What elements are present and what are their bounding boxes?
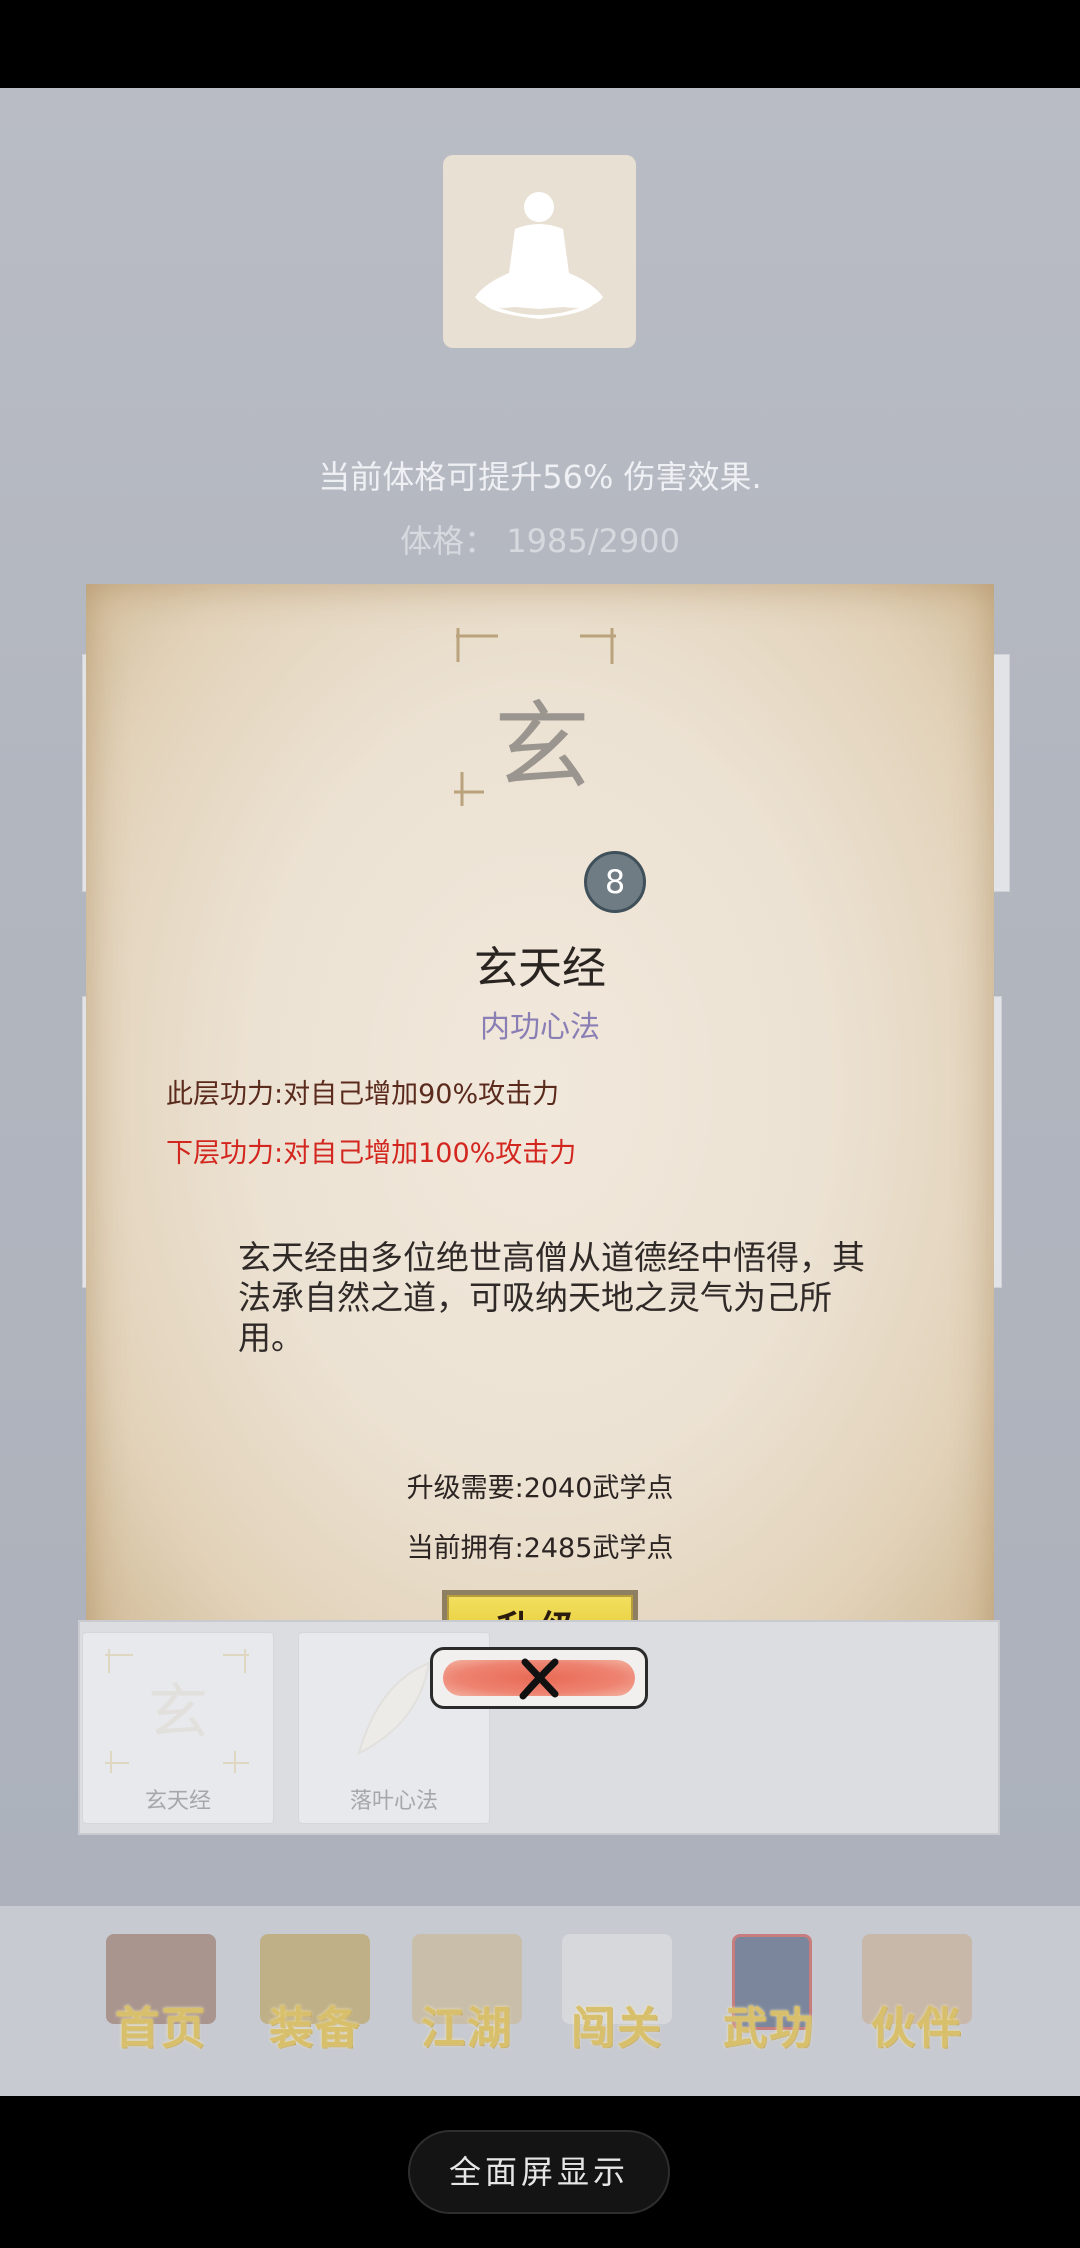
skill-detail-dialog: 玄 8 玄天经 内功心法 此层功力:对自己增加90%攻击力 下层功力:对自己增加…	[86, 584, 994, 1698]
status-bar	[0, 0, 1080, 88]
xuan-glyph-icon: 玄	[105, 1649, 249, 1773]
list-item-label: 落叶心法	[349, 1789, 438, 1814]
bonus-text: 当前体格可提升56% 伤害效果.	[318, 458, 762, 496]
upgrade-cost: 升级需要:2040武学点	[406, 1473, 674, 1504]
physique-value: 1985/2900	[506, 522, 680, 560]
nav-label: 装备	[269, 2003, 361, 2054]
meditation-icon	[475, 192, 603, 319]
skill-name: 玄天经	[474, 943, 606, 994]
skill-card-xuantianjing[interactable]: 玄 玄天经	[82, 1632, 274, 1824]
nav-label: 首页	[115, 2003, 207, 2054]
nav-item-martial-arts[interactable]: 武功	[704, 1934, 834, 2064]
current-layer-effect: 此层功力:对自己增加90%攻击力	[166, 1079, 560, 1110]
meditation-avatar	[443, 155, 636, 348]
physique-stat: 体格： 1985/2900	[0, 516, 1080, 562]
physique-label: 体格：	[400, 522, 497, 560]
close-icon	[519, 1658, 559, 1700]
nav-label: 江湖	[421, 2003, 513, 2054]
next-layer-effect: 下层功力:对自己增加100%攻击力	[166, 1138, 577, 1169]
current-points: 当前拥有:2485武学点	[406, 1533, 674, 1564]
skill-glyph: 玄	[494, 691, 590, 803]
nav-label: 闯关	[571, 2003, 663, 2054]
nav-item-equipment[interactable]: 装备	[250, 1934, 380, 2064]
skill-emblem-icon: 玄	[454, 628, 616, 806]
game-screen: 当前体格可提升56% 伤害效果. 体格： 1985/2900 玄 8 玄天经 内…	[0, 88, 1080, 1906]
system-nav-bar: 全面屏显示	[0, 2096, 1080, 2248]
nav-item-partners[interactable]: 伙伴	[852, 1934, 982, 2064]
level-badge: 8	[584, 851, 646, 913]
svg-text:玄: 玄	[148, 1678, 208, 1748]
close-button[interactable]	[430, 1647, 648, 1709]
nav-label: 武功	[723, 2003, 815, 2054]
nav-item-home[interactable]: 首页	[96, 1934, 226, 2064]
nav-item-challenge[interactable]: 闯关	[552, 1934, 682, 2064]
nav-item-jianghu[interactable]: 江湖	[402, 1934, 532, 2064]
skill-type: 内功心法	[480, 1010, 600, 1045]
list-item-label: 玄天经	[144, 1789, 211, 1814]
nav-label: 伙伴	[871, 2003, 963, 2054]
skill-description: 玄天经由多位绝世高僧从道德经中悟得，其法承自然之道，可吸纳天地之灵气为己所用。	[238, 1238, 865, 1357]
bottom-nav: 首页 装备 江湖 闯关 武功 伙伴	[0, 1906, 1080, 2096]
fullscreen-button[interactable]: 全面屏显示	[408, 2130, 670, 2214]
